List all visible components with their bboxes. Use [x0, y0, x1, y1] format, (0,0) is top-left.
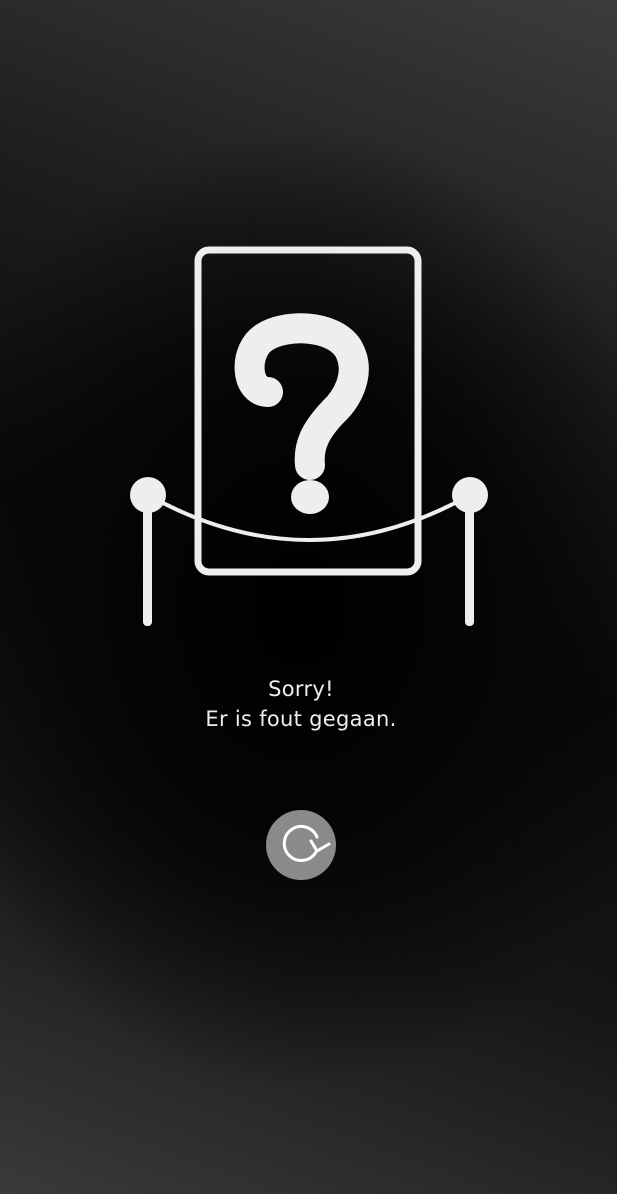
- error-screen: Sorry! Er is fout gegaan.: [0, 0, 617, 1194]
- refresh-icon: [282, 824, 331, 862]
- error-title: Sorry!: [268, 677, 334, 701]
- frame-outline: [194, 246, 422, 576]
- error-text: Er is fout gegaan.: [205, 707, 397, 731]
- right-post-knob: [452, 477, 488, 513]
- question-mark-dot: [291, 480, 329, 514]
- missing-artwork-illustration: [120, 240, 500, 640]
- left-post-knob: [130, 477, 166, 513]
- question-mark-icon: [130, 246, 488, 626]
- error-message: Sorry! Er is fout gegaan.: [0, 674, 602, 734]
- right-post: [465, 502, 474, 626]
- left-post: [143, 502, 152, 626]
- question-mark-hook: [234, 313, 369, 480]
- retry-button[interactable]: [266, 810, 336, 880]
